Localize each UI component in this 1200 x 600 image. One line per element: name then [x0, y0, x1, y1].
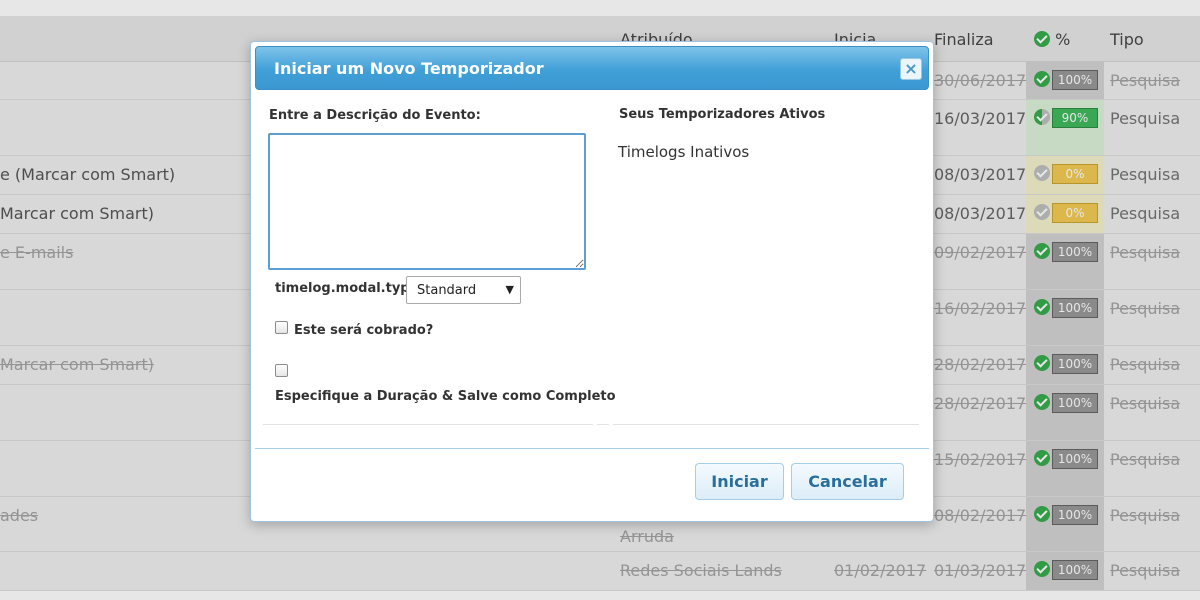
caret-down-icon: ▼	[505, 283, 514, 296]
active-timers-label: Seus Temporizadores Ativos	[619, 107, 826, 122]
cancel-button[interactable]: Cancelar	[791, 463, 904, 500]
billable-label[interactable]: Este será cobrado?	[294, 323, 433, 338]
description-label: Entre a Descrição do Evento:	[269, 108, 481, 123]
divider	[597, 424, 609, 425]
type-select[interactable]: Standard ▼	[406, 276, 521, 304]
start-button[interactable]: Iniciar	[695, 463, 784, 500]
modal-footer-divider	[255, 448, 929, 449]
divider	[263, 424, 593, 425]
new-timer-modal: Iniciar um Novo Temporizador × Entre a D…	[250, 41, 934, 522]
modal-header: Iniciar um Novo Temporizador ×	[255, 46, 929, 90]
type-label: timelog.modal.type:	[275, 281, 424, 296]
save-complete-checkbox[interactable]	[275, 364, 288, 377]
divider	[613, 424, 919, 425]
modal-title: Iniciar um Novo Temporizador	[274, 59, 544, 78]
close-icon: ×	[904, 59, 918, 78]
description-textarea[interactable]	[268, 133, 586, 270]
billable-checkbox[interactable]	[275, 321, 288, 334]
save-complete-label[interactable]: Especifique a Duração & Salve como Compl…	[275, 389, 616, 404]
close-button[interactable]: ×	[900, 58, 922, 80]
inactive-timelogs-label: Timelogs Inativos	[618, 143, 750, 161]
type-select-value: Standard	[417, 283, 477, 298]
